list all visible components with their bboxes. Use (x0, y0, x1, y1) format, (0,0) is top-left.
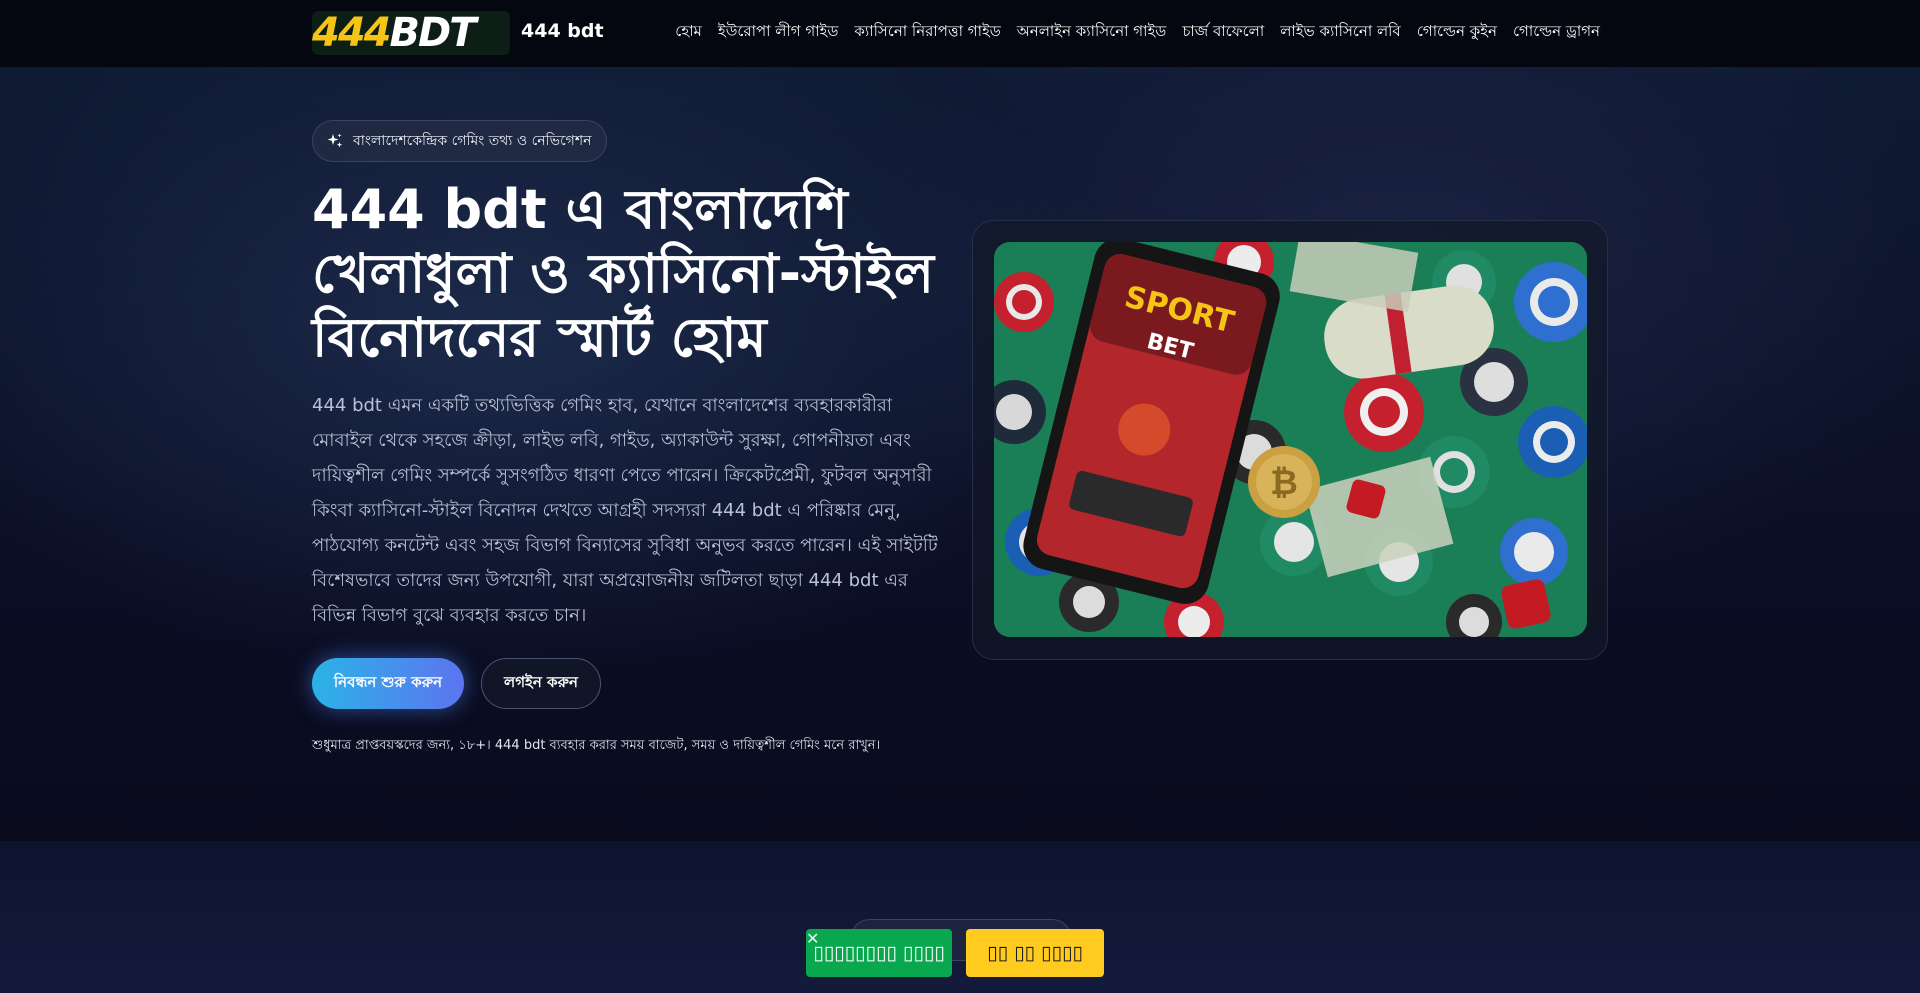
nav-link-home[interactable]: হোম (675, 20, 702, 45)
nav-link-live-casino[interactable]: লাইভ ক্যাসিনো লবি (1280, 20, 1401, 45)
register-button[interactable]: নিবন্ধন শুরু করুন (312, 658, 464, 709)
age-disclaimer: শুধুমাত্র প্রাপ্তবয়স্কদের জন্য, ১৮+। 44… (312, 738, 881, 753)
nav-link-charge-buffalo[interactable]: চার্জ বাফেলো (1182, 20, 1264, 45)
hero-section (0, 67, 1920, 841)
nav-link-golden-dragon[interactable]: গোল্ডেন ড্রাগন (1513, 20, 1600, 45)
hero-description: 444 bdt এমন একটি তথ্যভিত্তিক গেমিং হাব, … (312, 395, 938, 626)
red-dice (1501, 579, 1551, 629)
close-icon[interactable]: ✕ (806, 929, 819, 977)
floating-popup: ▯▯▯▯▯▯▯▯ ▯▯▯▯ ▯▯ ▯▯ ▯▯▯▯ (806, 929, 1104, 977)
hero-badge: বাংলাদেশকেন্দ্রিক গেমিং তথ্য ও নেভিগেশন (312, 120, 607, 162)
hero-title: 444 bdt এ বাংলাদেশি খেলাধুলা ও ক্যাসিনো-… (312, 178, 934, 369)
nav-link-golden-queen[interactable]: গোল্ডেন কুইন (1417, 20, 1497, 45)
nav-link-europa-league[interactable]: ইউরোপা লীগ গাইড (718, 20, 839, 45)
main-nav: হোম ইউরোপা লীগ গাইড ক্যাসিনো নিরাপত্তা গ… (675, 20, 1600, 45)
badge-text: বাংলাদেশকেন্দ্রিক গেমিং তথ্য ও নেভিগেশন (353, 133, 592, 149)
hero-image-card: ₿ SPORT BET (972, 220, 1608, 660)
svg-text:₿: ₿ (1270, 463, 1298, 503)
logo-text-yellow: 444 (312, 11, 391, 55)
brand-name[interactable]: 444 bdt (521, 20, 604, 42)
login-button[interactable]: লগইন করুন (481, 658, 601, 709)
site-logo[interactable]: 444BDT (312, 11, 510, 55)
hero-image: ₿ SPORT BET (994, 242, 1587, 637)
popup-yellow-button[interactable]: ▯▯ ▯▯ ▯▯▯▯ (966, 929, 1104, 977)
site-header: 444BDT 444 bdt হোম ইউরোপা লীগ গাইড ক্যাস… (0, 0, 1920, 67)
sparkles-icon (327, 133, 343, 148)
logo-text-white: BDT (389, 11, 477, 55)
nav-link-casino-safety[interactable]: ক্যাসিনো নিরাপত্তা গাইড (854, 20, 1000, 45)
popup-green-button[interactable]: ▯▯▯▯▯▯▯▯ ▯▯▯▯ (806, 929, 952, 977)
nav-link-online-casino[interactable]: অনলাইন ক্যাসিনো গাইড (1017, 20, 1167, 45)
